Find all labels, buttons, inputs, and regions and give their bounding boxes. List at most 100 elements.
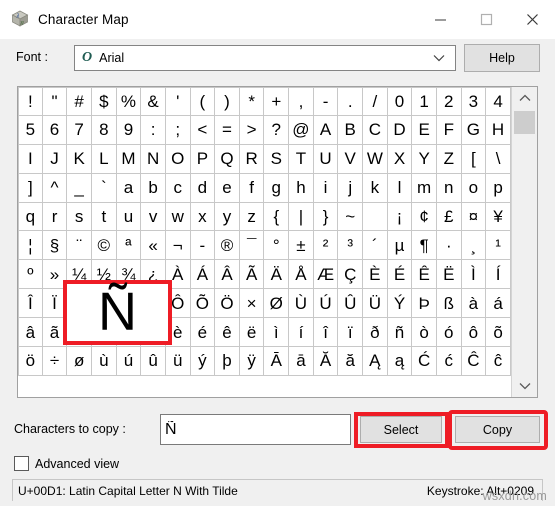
character-cell[interactable]: T [289,144,314,174]
character-cell[interactable]: g [264,173,290,203]
character-cell[interactable]: l [387,173,413,203]
character-cell[interactable]: i [313,173,339,203]
character-cell[interactable]: ] [18,173,43,203]
character-cell[interactable]: R [239,144,265,174]
character-cell[interactable]: F [436,115,462,145]
character-cell[interactable]: Q [215,144,240,174]
character-cell[interactable]: v [141,202,166,232]
advanced-view-checkbox[interactable] [14,456,29,471]
chevron-up-icon[interactable] [512,89,537,107]
character-cell[interactable]: C [363,115,388,145]
character-cell[interactable]: B [338,115,364,145]
character-cell[interactable]: z [239,202,265,232]
character-cell[interactable]: _ [67,173,92,203]
character-cell[interactable]: , [289,87,314,116]
character-cell[interactable]: 7 [67,115,92,145]
character-cell[interactable]: Ă [313,347,339,376]
character-cell[interactable]: ë [239,318,265,348]
character-cell[interactable]: c [165,173,191,203]
character-cell[interactable]: > [239,115,265,145]
font-dropdown[interactable]: O Arial [74,45,456,71]
character-cell[interactable]: Ì [461,260,487,290]
character-cell[interactable]: ă [338,347,364,376]
character-cell[interactable]: 0 [387,87,413,116]
character-cell[interactable]: Ý [387,289,413,319]
chevron-down-icon[interactable] [433,54,445,62]
character-cell[interactable]: à [461,289,487,319]
character-cell[interactable]: é [190,318,216,348]
character-cell[interactable]: Þ [412,289,437,319]
character-cell[interactable]: 1 [412,87,437,116]
character-cell[interactable]: Ð [67,289,92,319]
character-cell[interactable]: ó [436,318,462,348]
character-cell[interactable]: { [264,202,290,232]
character-cell[interactable]: @ [289,115,314,145]
character-cell[interactable]: É [387,260,413,290]
scrollbar-thumb[interactable] [514,111,535,134]
character-cell[interactable]: 8 [91,115,117,145]
character-cell[interactable]: ¿ [141,260,166,290]
character-cell[interactable]: ~ [338,202,364,232]
character-cell[interactable]: h [289,173,314,203]
character-cell[interactable]: % [116,87,142,116]
character-cell[interactable]: w [165,202,191,232]
character-cell[interactable]: Æ [313,260,339,290]
character-cell[interactable]: ÿ [239,347,265,376]
character-cell[interactable]: ã [42,318,68,348]
character-cell[interactable]: j [338,173,364,203]
character-cell[interactable]: + [264,87,290,116]
character-cell[interactable]: ā [289,347,314,376]
character-cell[interactable]: U [313,144,339,174]
character-cell[interactable]: ï [338,318,364,348]
character-cell[interactable]: ® [215,231,240,261]
character-cell[interactable]: * [239,87,265,116]
character-cell[interactable]: Á [190,260,216,290]
character-cell[interactable]: í [289,318,314,348]
character-cell[interactable]: Z [436,144,462,174]
character-cell[interactable]: ´ [363,231,388,261]
copy-button[interactable]: Copy [455,416,540,443]
character-cell[interactable]: q [18,202,43,232]
close-icon[interactable] [509,0,555,38]
character-cell[interactable]: ä [67,318,92,348]
character-cell[interactable]: ì [264,318,290,348]
character-cell[interactable]: Õ [190,289,216,319]
character-cell[interactable]: ¨ [67,231,92,261]
characters-to-copy-input[interactable] [160,414,351,445]
character-cell[interactable]: ¦ [18,231,43,261]
character-cell[interactable]: \ [486,144,511,174]
character-cell[interactable]: e [215,173,240,203]
character-cell[interactable]: Ê [412,260,437,290]
select-button[interactable]: Select [360,416,442,443]
character-cell[interactable]: J [42,144,68,174]
character-cell[interactable]: ý [190,347,216,376]
character-cell[interactable]: ³ [338,231,364,261]
character-cell[interactable]: y [215,202,240,232]
character-cell[interactable]: x [190,202,216,232]
minimize-icon[interactable] [417,0,463,38]
character-cell[interactable]: ú [116,347,142,376]
character-cell[interactable]: P [190,144,216,174]
character-cell[interactable]: # [67,87,92,116]
character-cell[interactable]: - [313,87,339,116]
character-cell[interactable]: þ [215,347,240,376]
character-cell[interactable]: µ [387,231,413,261]
character-cell[interactable]: ½ [91,260,117,290]
character-cell[interactable]: § [42,231,68,261]
character-cell[interactable]: ¡ [387,202,413,232]
character-cell[interactable]: M [116,144,142,174]
character-cell[interactable]: Ã [239,260,265,290]
character-cell[interactable]: Â [215,260,240,290]
character-cell[interactable]: ` [91,173,117,203]
character-grid-scrollbar[interactable] [512,87,537,397]
character-cell[interactable]: è [165,318,191,348]
character-cell[interactable]: Ç [338,260,364,290]
character-cell[interactable]: o [461,173,487,203]
character-cell[interactable]: Ò [116,289,142,319]
character-cell[interactable]: H [486,115,511,145]
character-cell[interactable]: Ö [215,289,240,319]
character-cell[interactable]: ć [436,347,462,376]
character-cell[interactable]: ? [264,115,290,145]
character-cell[interactable]: · [436,231,462,261]
character-cell[interactable]: © [91,231,117,261]
